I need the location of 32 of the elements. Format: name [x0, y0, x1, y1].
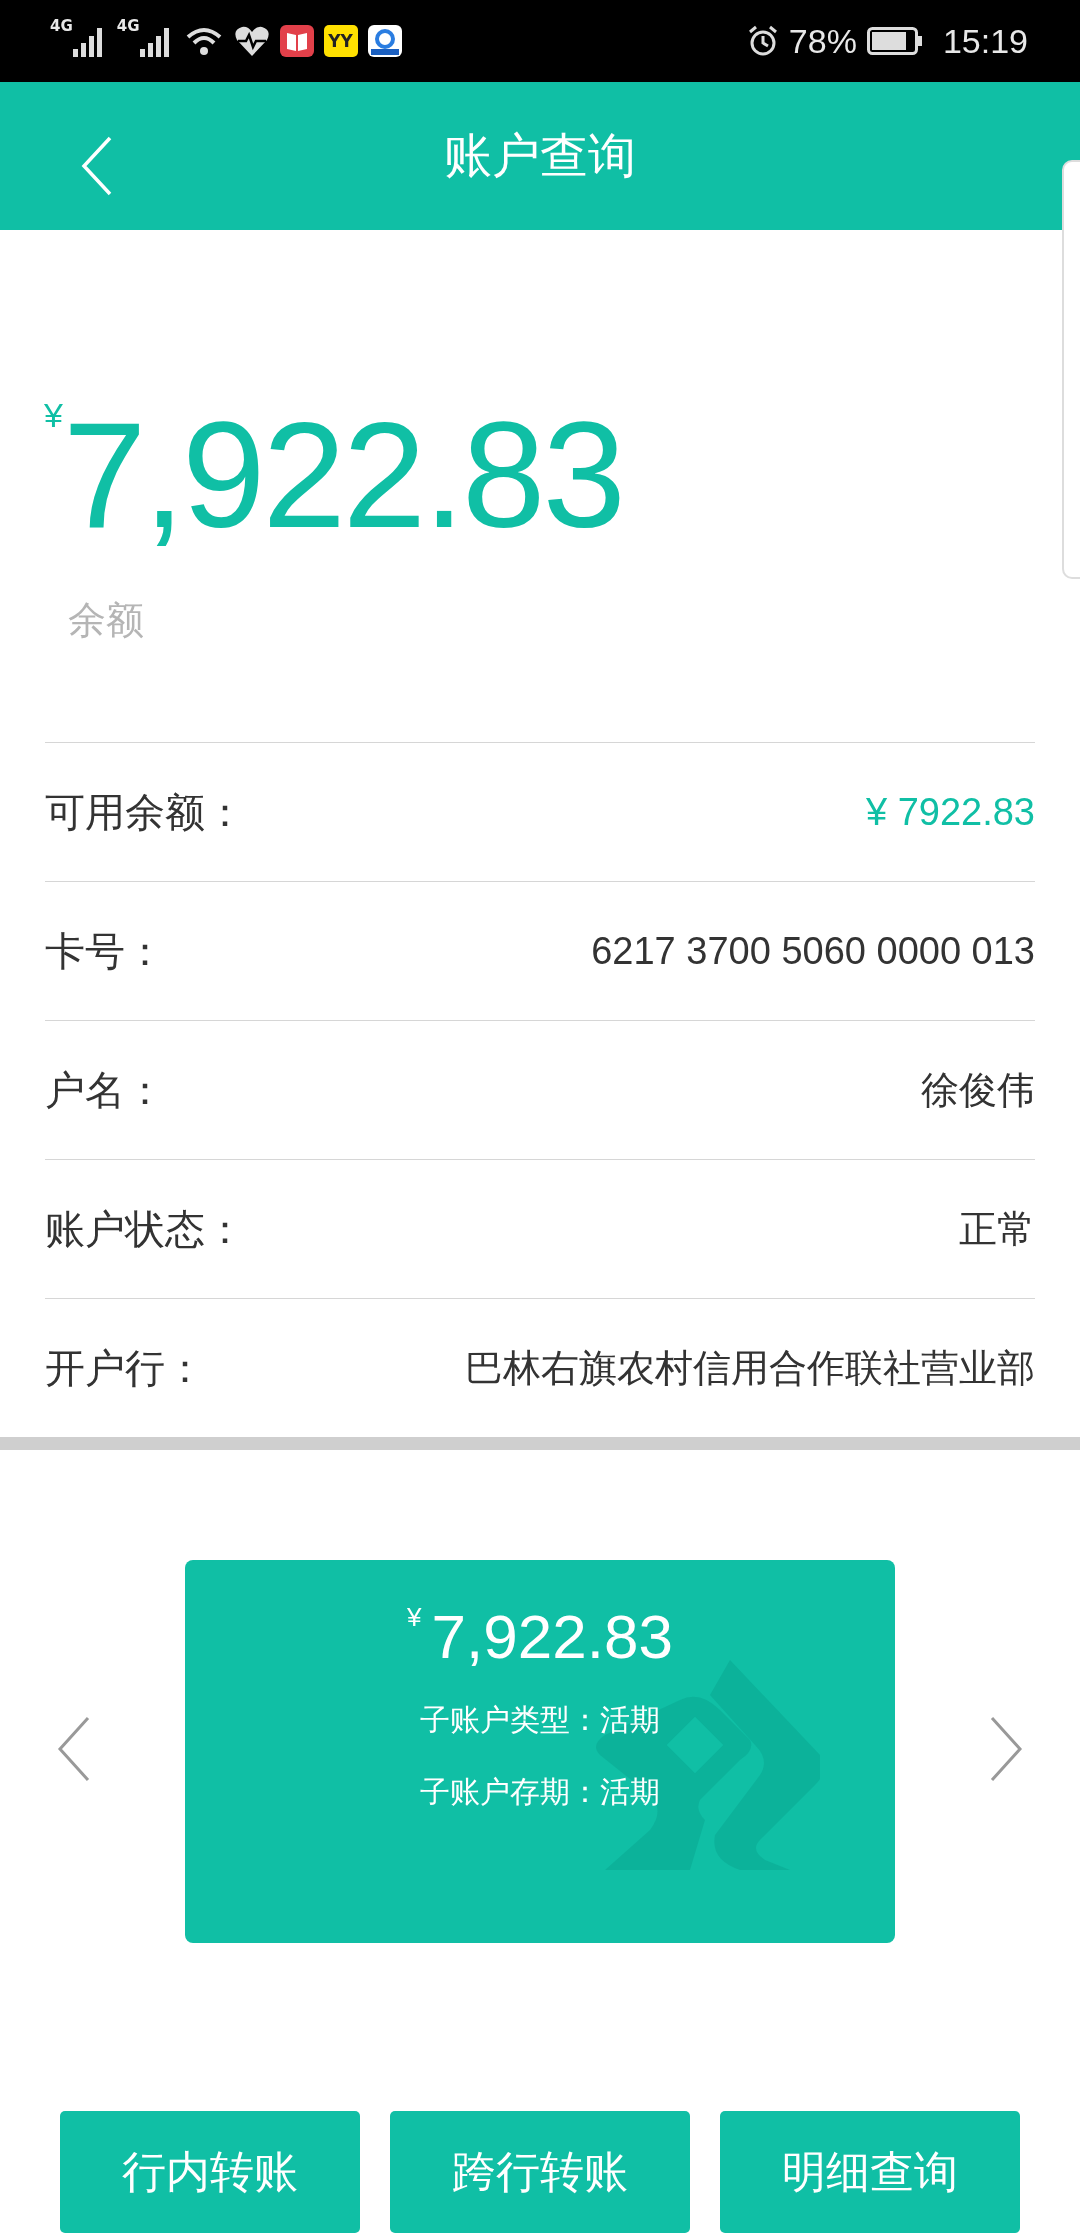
action-button[interactable]: 跨行转账 [390, 2111, 690, 2233]
field-label: 账户状态： [45, 1204, 245, 1254]
book-app-icon [279, 25, 314, 57]
heart-icon [233, 25, 270, 57]
field-value: ¥ 7922.83 [865, 790, 1035, 834]
side-handle[interactable] [1062, 160, 1080, 579]
action-button[interactable]: 明细查询 [720, 2111, 1020, 2233]
network-type: 4G [50, 17, 73, 35]
battery-icon [866, 27, 923, 55]
field-label: 卡号： [45, 926, 165, 976]
field-value: 巴林右旗农村信用合作联社营业部 [465, 1345, 1035, 1391]
field-label: 开户行： [45, 1343, 205, 1393]
balance-amount: 7,922.83 [62, 395, 623, 555]
sub-account-info: 子账户存期：活期 [420, 1773, 660, 1811]
network-type: 4G [116, 17, 140, 35]
field-label: 可用余额： [45, 787, 245, 837]
currency-symbol: ¥ [44, 395, 63, 435]
field-label: 户名： [45, 1065, 165, 1115]
balance-label: 余额 [68, 597, 145, 644]
sub-account-info: 子账户类型：活期 [420, 1701, 660, 1739]
field-value: 6217 3700 5060 0000 013 [591, 929, 1035, 973]
sub-account-amount: 7,922.83 [431, 1602, 673, 1672]
alarm-icon [746, 25, 779, 57]
clock-time: 15:19 [942, 21, 1028, 61]
page-title: 账户查询 [444, 126, 636, 185]
battery-percent: 78% [788, 21, 857, 61]
field-value: 徐俊伟 [921, 1067, 1035, 1113]
field-value: 正常 [959, 1206, 1035, 1252]
app-icon: YY [323, 25, 358, 57]
currency-symbol: ¥ [407, 1602, 422, 1633]
search-app-icon [367, 25, 402, 57]
action-button[interactable]: 行内转账 [60, 2111, 360, 2233]
